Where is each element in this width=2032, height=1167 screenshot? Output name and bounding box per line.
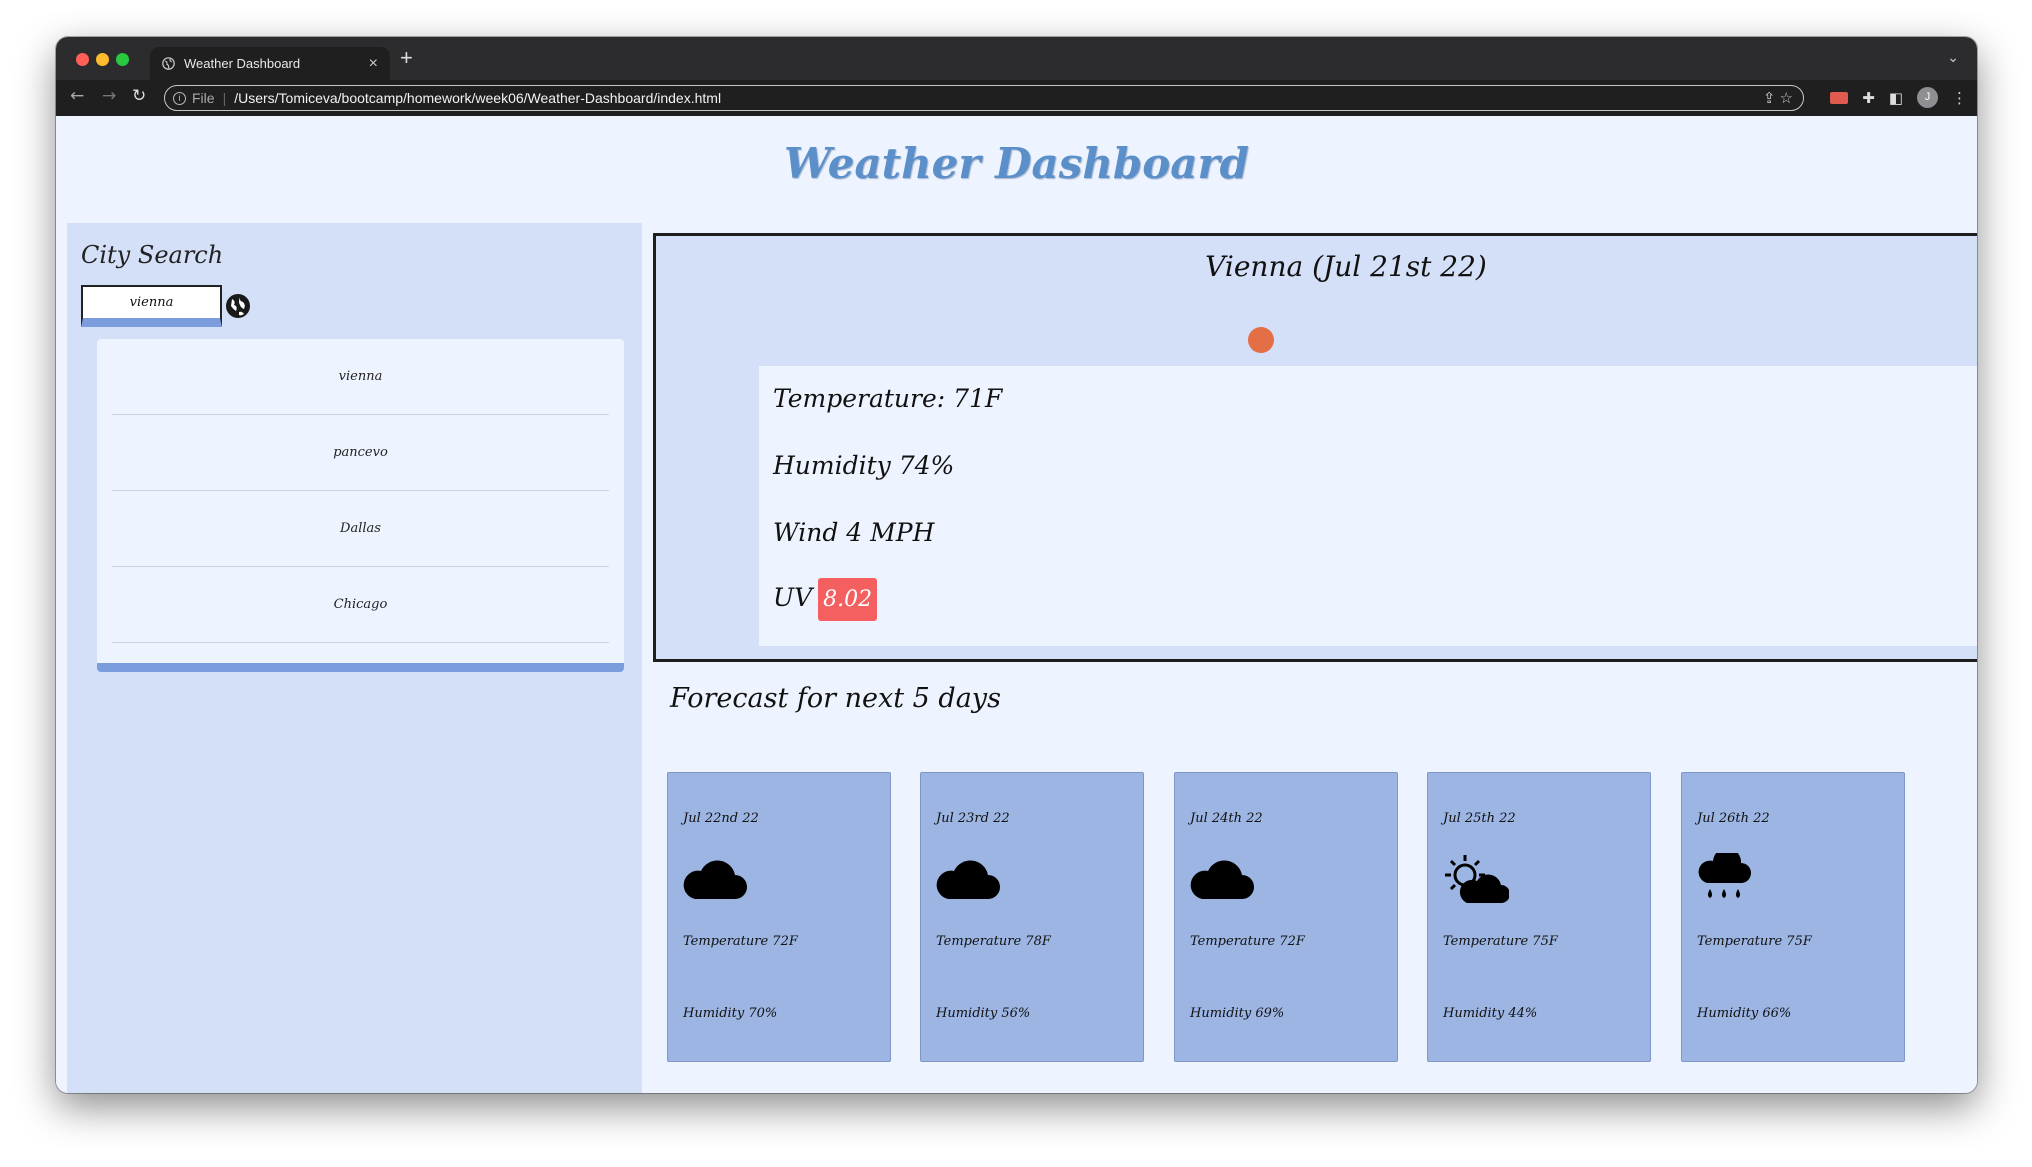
forecast-humidity: Humidity 69% (1190, 1006, 1285, 1021)
forecast-temperature: Temperature 78F (936, 934, 1051, 949)
forecast-humidity: Humidity 56% (936, 1006, 1031, 1021)
uv-badge: 8.02 (818, 578, 878, 621)
sun-icon (1248, 327, 1274, 353)
extension-icon[interactable] (1830, 91, 1849, 104)
current-city-title: Vienna (Jul 21st 22) (1205, 250, 1487, 283)
page-content: Weather Dashboard City Search vienna pan… (56, 116, 1977, 1093)
city-search-panel: City Search vienna pancevo Dallas Chicag… (67, 223, 642, 1093)
close-window-button[interactable] (76, 53, 89, 66)
forecast-card: Jul 23rd 22 Temperature 78F Humidity 56% (920, 772, 1144, 1062)
sidepanel-icon[interactable]: ◧ (1889, 89, 1903, 107)
forecast-humidity: Humidity 44% (1443, 1006, 1538, 1021)
current-details: Temperature: 71F Humidity 74% Wind 4 MPH… (759, 366, 1977, 646)
share-bookmark-icons[interactable]: ⇪ ☆ (1763, 89, 1793, 107)
tab-title: Weather Dashboard (184, 56, 301, 71)
globe-search-icon[interactable] (225, 293, 251, 319)
chevron-down-icon[interactable]: ⌄ (1947, 49, 1959, 66)
info-icon[interactable]: i (173, 91, 186, 105)
browser-toolbar: ← → ↻ i File | /Users/Tomiceva/bootcamp/… (56, 80, 1977, 116)
forecast-card: Jul 25th 22 Temperature 75F Humidity 44% (1427, 772, 1651, 1062)
avatar[interactable]: J (1917, 87, 1938, 108)
forward-arrow-icon[interactable]: → (102, 86, 116, 106)
history-item-vienna[interactable]: vienna (112, 339, 609, 415)
url-text[interactable]: /Users/Tomiceva/bootcamp/homework/week06… (234, 90, 721, 106)
back-arrow-icon[interactable]: ← (70, 86, 84, 106)
forecast-temperature: Temperature 75F (1443, 934, 1558, 949)
globe-icon (162, 57, 175, 70)
maximize-window-button[interactable] (116, 53, 129, 66)
forecast-card: Jul 22nd 22 Temperature 72F Humidity 70% (667, 772, 891, 1062)
url-separator: | (222, 90, 227, 106)
new-tab-button[interactable]: + (400, 47, 413, 69)
reload-icon[interactable]: ↻ (132, 86, 146, 106)
puzzle-icon[interactable]: ✚ (1862, 89, 1875, 107)
forecast-humidity: Humidity 66% (1697, 1006, 1792, 1021)
cloud-icon (683, 860, 747, 899)
forecast-card: Jul 26th 22 Temperature 75F Humidity 66% (1681, 772, 1905, 1062)
search-input[interactable] (81, 285, 222, 327)
cloud-icon (1190, 860, 1254, 899)
forecast-humidity: Humidity 70% (683, 1006, 778, 1021)
forecast-temperature: Temperature 72F (1190, 934, 1305, 949)
current-humidity: Humidity 74% (773, 451, 955, 480)
history-item-dallas[interactable]: Dallas (112, 491, 609, 567)
forecast-card: Jul 24th 22 Temperature 72F Humidity 69% (1174, 772, 1398, 1062)
forecast-temperature: Temperature 72F (683, 934, 798, 949)
tab-bar: Weather Dashboard × + ⌄ (56, 37, 1977, 80)
forecast-date: Jul 22nd 22 (683, 811, 759, 826)
current-temperature: Temperature: 71F (773, 384, 1003, 413)
forecast-title: Forecast for next 5 days (670, 683, 1001, 714)
kebab-menu-icon[interactable]: ⋮ (1952, 89, 1967, 107)
current-weather-panel: Vienna (Jul 21st 22) Temperature: 71F Hu… (653, 233, 1977, 662)
cloud-icon (936, 860, 1000, 899)
history-item-chicago[interactable]: Chicago (112, 567, 609, 643)
current-wind: Wind 4 MPH (773, 518, 935, 547)
tab-weather-dashboard[interactable]: Weather Dashboard × (150, 47, 390, 80)
sun-cloud-icon (1445, 855, 1509, 903)
search-history-list: vienna pancevo Dallas Chicago (97, 339, 624, 672)
history-item-pancevo[interactable]: pancevo (112, 415, 609, 491)
url-scheme: File (192, 90, 215, 106)
forecast-date: Jul 25th 22 (1443, 811, 1516, 826)
browser-window: Weather Dashboard × + ⌄ ← → ↻ i File | /… (56, 37, 1977, 1093)
page-title: Weather Dashboard (784, 139, 1249, 188)
forecast-date: Jul 26th 22 (1697, 811, 1770, 826)
current-uv-row: UV 8.02 (773, 578, 878, 621)
minimize-window-button[interactable] (96, 53, 109, 66)
uv-label: UV (773, 583, 813, 612)
forecast-temperature: Temperature 75F (1697, 934, 1812, 949)
forecast-date: Jul 23rd 22 (936, 811, 1010, 826)
tab-close-icon[interactable]: × (369, 55, 378, 73)
rain-icon (1698, 853, 1751, 898)
page-header: Weather Dashboard (56, 116, 1977, 211)
search-title: City Search (81, 241, 224, 269)
address-bar[interactable]: i File | /Users/Tomiceva/bootcamp/homewo… (164, 85, 1804, 111)
forecast-date: Jul 24th 22 (1190, 811, 1263, 826)
toolbar-actions: ✚ ◧ J ⋮ (1830, 87, 1967, 108)
